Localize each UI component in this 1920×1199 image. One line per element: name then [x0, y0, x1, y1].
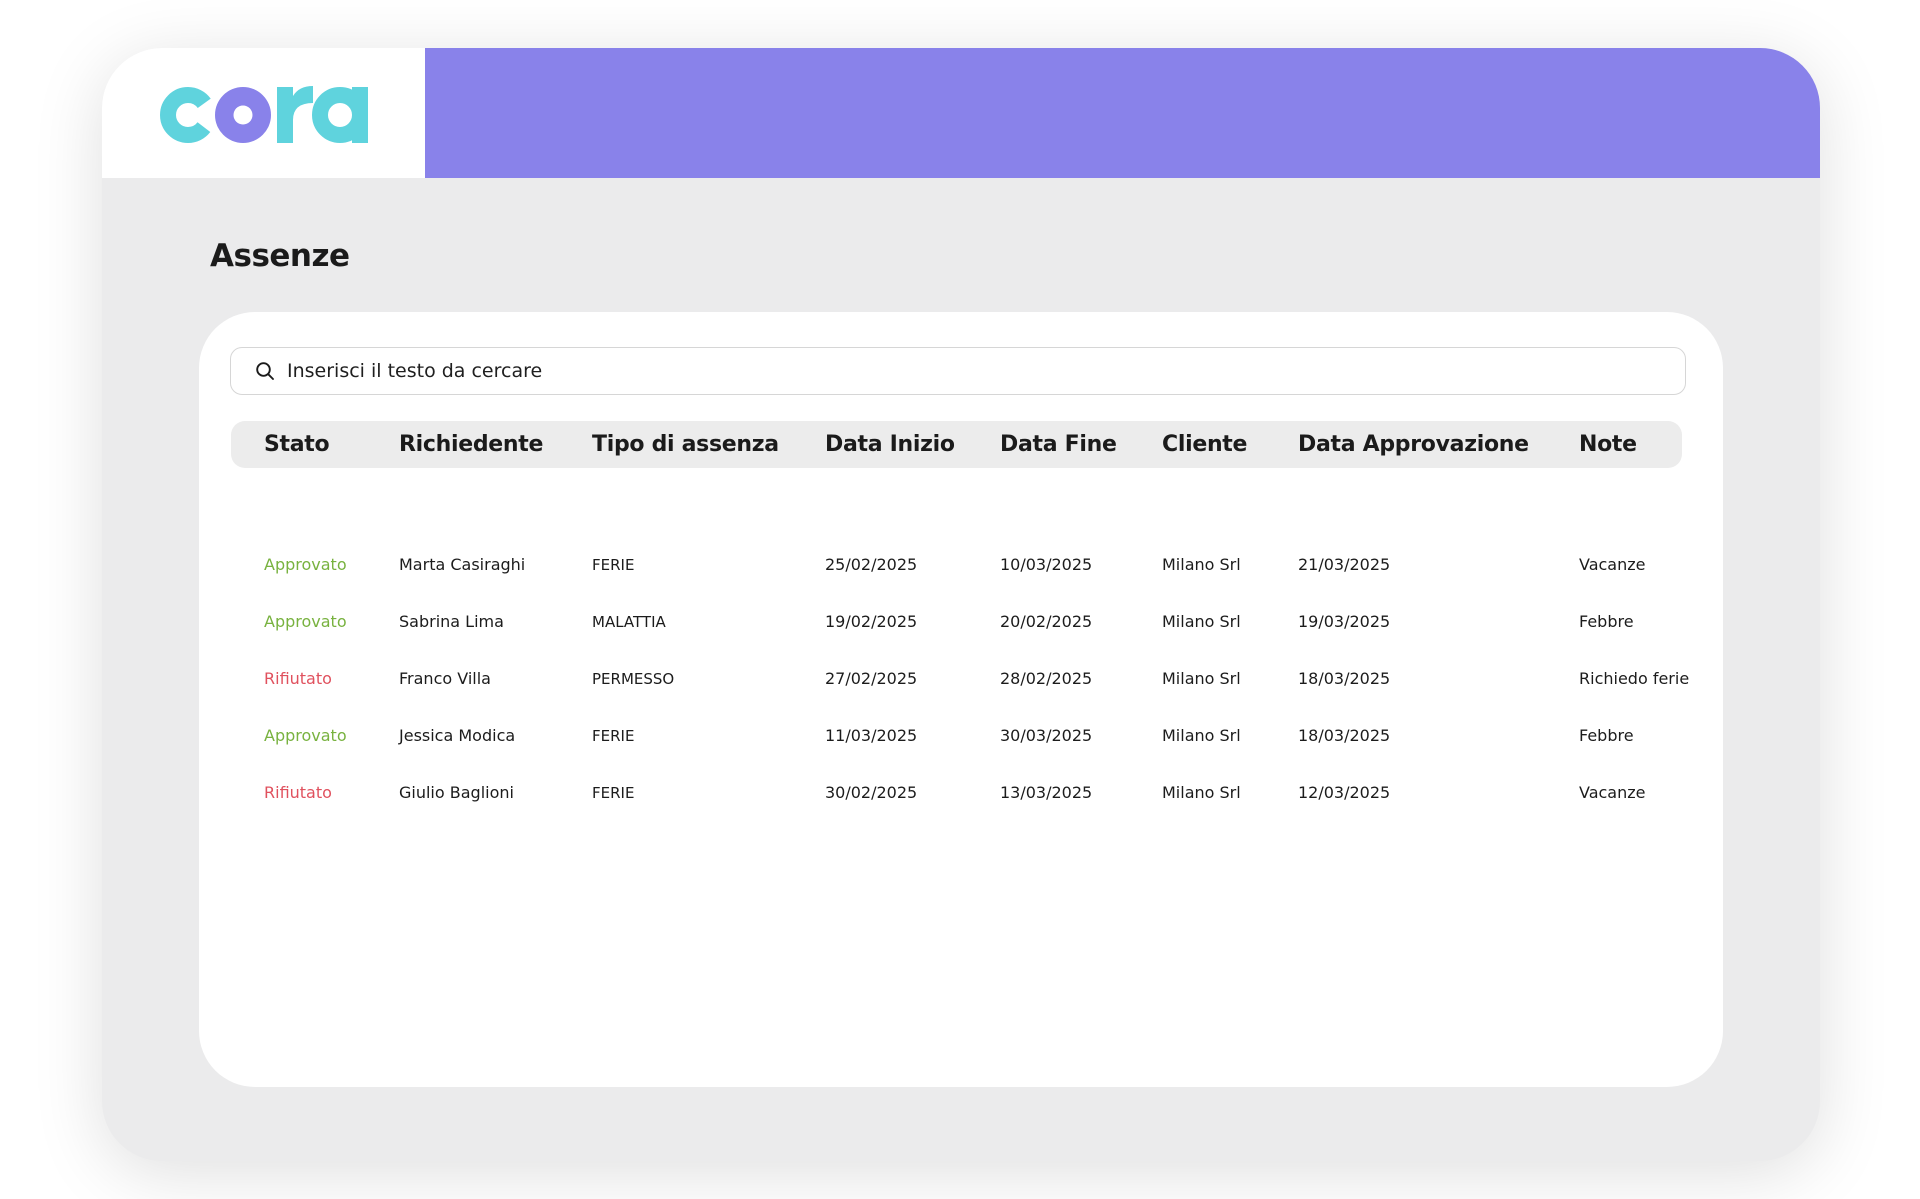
table-row[interactable]: Rifiutato Franco Villa PERMESSO 27/02/20…	[199, 659, 1723, 699]
page-title: Assenze	[210, 238, 350, 274]
end-date: 13/03/2025	[1000, 783, 1093, 802]
approval-date: 18/03/2025	[1298, 726, 1391, 745]
start-date: 11/03/2025	[825, 726, 918, 745]
status-badge: Rifiutato	[264, 783, 332, 802]
column-header-stato[interactable]: Stato	[264, 421, 330, 468]
requester-name: Marta Casiraghi	[399, 555, 526, 574]
note-text: Vacanze	[1579, 783, 1646, 802]
absence-type: FERIE	[592, 556, 635, 574]
requester-name: Sabrina Lima	[399, 612, 504, 631]
approval-date: 18/03/2025	[1298, 669, 1391, 688]
column-header-data-inizio[interactable]: Data Inizio	[825, 421, 955, 468]
approval-date: 19/03/2025	[1298, 612, 1391, 631]
status-badge: Approvato	[264, 726, 347, 745]
search-input[interactable]	[287, 360, 1637, 382]
start-date: 19/02/2025	[825, 612, 918, 631]
status-badge: Approvato	[264, 555, 347, 574]
requester-name: Giulio Baglioni	[399, 783, 514, 802]
absences-card: Stato Richiedente Tipo di assenza Data I…	[199, 312, 1723, 1087]
logo-area[interactable]: cora	[102, 48, 425, 178]
search-icon	[256, 362, 274, 380]
client-name: Milano Srl	[1162, 612, 1241, 631]
top-bar: cora	[102, 48, 1820, 178]
end-date: 28/02/2025	[1000, 669, 1093, 688]
table-row[interactable]: Approvato Marta Casiraghi FERIE 25/02/20…	[199, 545, 1723, 585]
column-header-data-approvazione[interactable]: Data Approvazione	[1298, 421, 1529, 468]
client-name: Milano Srl	[1162, 669, 1241, 688]
approval-date: 12/03/2025	[1298, 783, 1391, 802]
note-text: Febbre	[1579, 726, 1634, 745]
search-bar[interactable]	[230, 347, 1686, 395]
column-header-note[interactable]: Note	[1579, 421, 1637, 468]
status-badge: Rifiutato	[264, 669, 332, 688]
column-header-data-fine[interactable]: Data Fine	[1000, 421, 1117, 468]
header-band	[425, 48, 1820, 178]
end-date: 30/03/2025	[1000, 726, 1093, 745]
end-date: 20/02/2025	[1000, 612, 1093, 631]
absence-type: PERMESSO	[592, 670, 675, 688]
requester-name: Jessica Modica	[399, 726, 516, 745]
column-header-richiedente[interactable]: Richiedente	[399, 421, 543, 468]
client-name: Milano Srl	[1162, 726, 1241, 745]
app-window: cora Assenze Stato	[102, 48, 1820, 1161]
client-name: Milano Srl	[1162, 555, 1241, 574]
absence-type: FERIE	[592, 784, 635, 802]
status-badge: Approvato	[264, 612, 347, 631]
table-row[interactable]: Rifiutato Giulio Baglioni FERIE 30/02/20…	[199, 773, 1723, 813]
table-row[interactable]: Approvato Sabrina Lima MALATTIA 19/02/20…	[199, 602, 1723, 642]
cora-logo: cora	[159, 86, 368, 143]
column-header-tipo-di-assenza[interactable]: Tipo di assenza	[592, 421, 779, 468]
note-text: Vacanze	[1579, 555, 1646, 574]
table-row[interactable]: Approvato Jessica Modica FERIE 11/03/202…	[199, 716, 1723, 756]
requester-name: Franco Villa	[399, 669, 491, 688]
start-date: 30/02/2025	[825, 783, 918, 802]
start-date: 27/02/2025	[825, 669, 918, 688]
note-text: Richiedo ferie	[1579, 669, 1690, 688]
column-header-cliente[interactable]: Cliente	[1162, 421, 1247, 468]
table-header: Stato Richiedente Tipo di assenza Data I…	[231, 421, 1682, 468]
note-text: Febbre	[1579, 612, 1634, 631]
absence-type: FERIE	[592, 727, 635, 745]
approval-date: 21/03/2025	[1298, 555, 1391, 574]
client-name: Milano Srl	[1162, 783, 1241, 802]
end-date: 10/03/2025	[1000, 555, 1093, 574]
start-date: 25/02/2025	[825, 555, 918, 574]
absence-type: MALATTIA	[592, 613, 666, 631]
